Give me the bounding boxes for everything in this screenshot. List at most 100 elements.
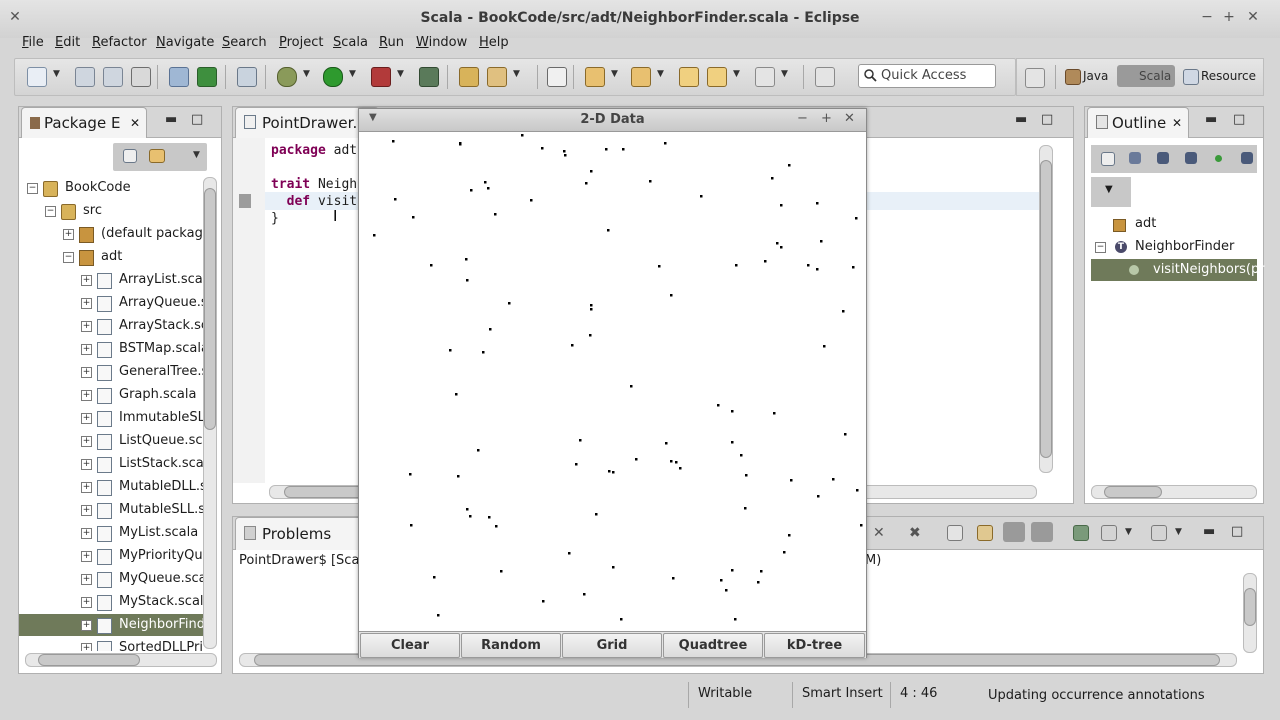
minimize-editor-icon[interactable]: ▬ [1015,112,1027,127]
tree-item[interactable]: + MyStack.scala [19,591,203,613]
kdtree-button[interactable]: kD-tree [764,633,865,658]
expand-icon[interactable]: + [81,298,92,309]
minimize-console-icon[interactable]: ▬ [1203,524,1215,539]
tree-item[interactable]: + ListStack.scal [19,453,203,475]
menu-project[interactable]: Project [279,35,324,50]
tree-item[interactable]: + BSTMap.scala [19,338,203,360]
new-dropdown-icon[interactable]: ▼ [53,69,60,79]
maximize-outline-icon[interactable]: □ [1233,112,1245,127]
code-line-4[interactable]: def visit [271,194,357,209]
save-icon[interactable] [75,67,95,87]
data-window-maximize-icon[interactable]: + [821,111,832,126]
maximize-icon[interactable]: + [1220,9,1238,25]
run-dropdown-icon[interactable]: ▼ [349,69,356,79]
quadtree-button[interactable]: Quadtree [663,633,763,658]
tree-item[interactable]: − src [19,200,203,222]
maximize-editor-icon[interactable]: □ [1041,112,1053,127]
menu-refactor[interactable]: Refactor [92,35,147,50]
search-dropdown-icon[interactable]: ▼ [513,69,520,79]
previous-annotation-icon[interactable] [631,67,651,87]
minimize-icon[interactable]: − [1198,9,1216,25]
remove-launch-icon[interactable]: ✕ [873,525,885,541]
next-annotation-icon[interactable] [585,67,605,87]
perspective-resource[interactable]: Resource [1201,69,1256,83]
tree-item[interactable]: + GeneralTree.s [19,361,203,383]
tab-problems[interactable]: Problems [235,517,367,550]
open-resource-icon[interactable] [487,67,507,87]
menu-help[interactable]: Help [479,35,509,50]
back-dropdown-icon[interactable]: ▼ [733,69,740,79]
tree-item[interactable]: + MyPriorityQue [19,545,203,567]
menu-scala[interactable]: Scala [333,35,368,50]
next-annotation-dropdown-icon[interactable]: ▼ [611,69,618,79]
expand-icon[interactable]: + [81,367,92,378]
expand-icon[interactable]: + [81,643,92,651]
close-tab-icon[interactable]: ✕ [130,108,140,138]
toggle-mark-icon[interactable] [547,67,567,87]
expand-icon[interactable]: + [81,482,92,493]
data-window-minimize-icon[interactable]: − [797,111,808,126]
minimize-view-icon[interactable]: ▬ [165,112,177,127]
maximize-console-icon[interactable]: □ [1231,524,1243,539]
forward-dropdown-icon[interactable]: ▼ [781,69,788,79]
collapse-all-outline-icon[interactable] [1101,152,1115,166]
code-line-3[interactable]: trait Neigh [271,177,357,192]
expand-icon[interactable]: + [81,275,92,286]
expand-icon[interactable]: + [81,459,92,470]
tree-item[interactable]: − adt [19,246,203,268]
outline-item-trait[interactable]: − T NeighborFinder [1093,236,1263,258]
outline-menu-dropdown-icon[interactable]: ▼ [1105,184,1113,195]
outline-view-menu[interactable]: ▼ [1091,177,1131,207]
show-stdout-icon[interactable] [1003,522,1025,542]
code-line-5[interactable]: } [271,211,279,226]
tree-item[interactable]: + MutableDLL.s [19,476,203,498]
quick-access-field[interactable]: Quick Access [858,64,996,88]
outline-hscroll[interactable] [1091,485,1257,499]
pin-console-icon[interactable] [1073,525,1089,541]
expand-icon[interactable]: + [81,321,92,332]
tree-item[interactable]: + NeighborFind [19,614,203,636]
collapse-icon[interactable]: − [63,252,74,263]
scroll-lock-icon[interactable] [977,525,993,541]
collapse-all-icon[interactable] [123,149,137,163]
remove-all-launches-icon[interactable]: ✖ [909,525,921,541]
expand-icon[interactable]: + [81,597,92,608]
sort-icon[interactable] [1129,152,1141,164]
open-console-dropdown-icon[interactable]: ▼ [1175,527,1182,537]
editor-vscroll[interactable] [1039,145,1053,473]
expand-icon[interactable]: + [81,344,92,355]
print-icon[interactable] [131,67,151,87]
random-button[interactable]: Random [461,633,561,658]
forward-icon[interactable] [755,67,775,87]
expand-icon[interactable]: + [81,620,92,631]
tab-package-explorer[interactable]: Package E ✕ [21,107,147,138]
clear-button[interactable]: Clear [360,633,460,658]
show-stderr-icon[interactable] [1031,522,1053,542]
tree-item[interactable]: + ImmutableSL [19,407,203,429]
perspective-java[interactable]: Java [1083,69,1108,83]
refresh-icon[interactable] [169,67,189,87]
display-console-dropdown-icon[interactable]: ▼ [1125,527,1132,537]
debug-icon[interactable] [277,67,297,87]
expand-icon[interactable]: + [81,436,92,447]
package-tree-vscroll-thumb[interactable] [204,188,216,430]
tree-item[interactable]: + ArrayStack.sc [19,315,203,337]
expand-icon[interactable]: + [81,390,92,401]
code-line-1[interactable]: package adt [271,143,357,158]
hide-nonpublic-icon[interactable] [1215,155,1222,162]
console-vscroll[interactable] [1243,573,1257,653]
tree-item[interactable]: + ListQueue.sca [19,430,203,452]
hide-local-types-icon[interactable] [1241,152,1253,164]
build-icon[interactable] [197,67,217,87]
expand-icon[interactable]: + [81,505,92,516]
menu-window[interactable]: Window [416,35,467,50]
minimize-outline-icon[interactable]: ▬ [1205,112,1217,127]
open-perspective-icon[interactable] [1025,68,1045,88]
open-console-icon[interactable] [1151,525,1167,541]
save-all-icon[interactable] [103,67,123,87]
tree-item[interactable]: + MutableSLL.s [19,499,203,521]
tree-item[interactable]: + (default package [19,223,203,245]
menu-file[interactable]: File [22,35,44,50]
package-tree-vscroll[interactable] [203,177,217,649]
collapse-icon[interactable]: − [27,183,38,194]
